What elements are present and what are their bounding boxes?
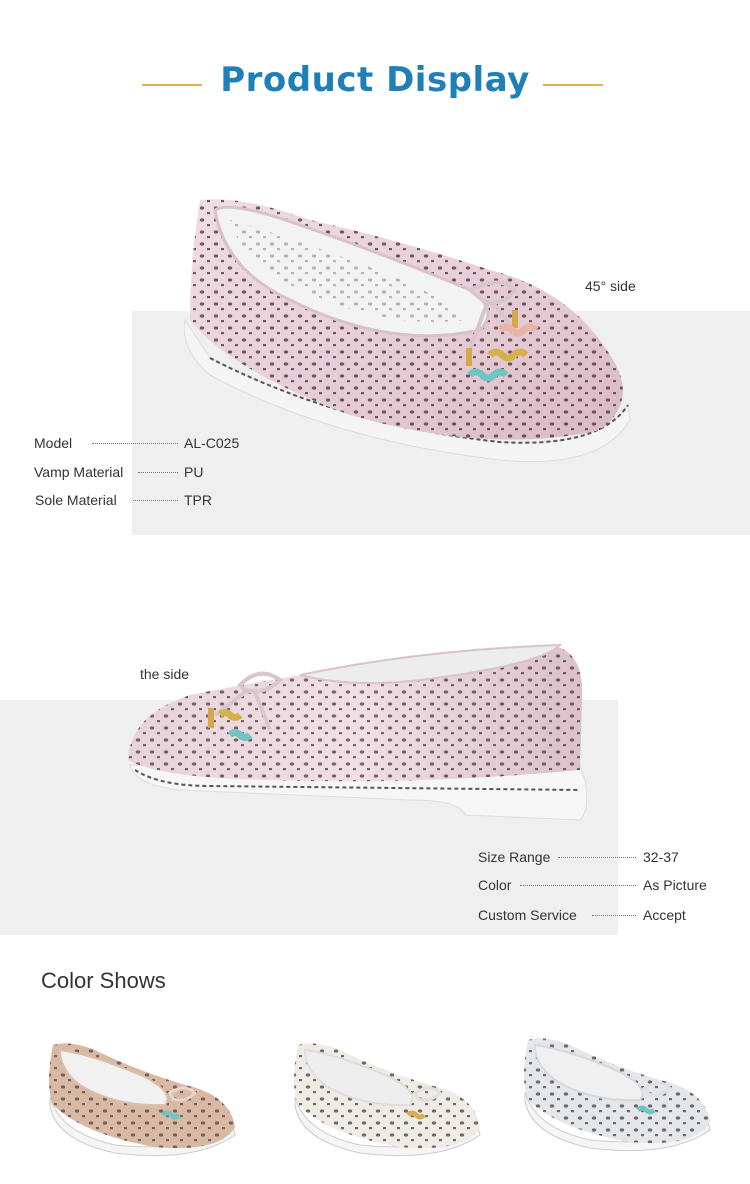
shoe-side-image xyxy=(128,643,588,821)
color-variant-silver[interactable] xyxy=(520,1030,720,1160)
spec-label-size-range: Size Range xyxy=(478,849,551,865)
spec-value-sole-material: TPR xyxy=(184,492,212,508)
leader-dots xyxy=(592,915,636,916)
spec-label-custom-service: Custom Service xyxy=(478,907,577,923)
view-label-45-degree: 45° side xyxy=(585,278,636,294)
color-shows-title: Color Shows xyxy=(41,968,166,993)
page-title: Product Display xyxy=(220,60,530,100)
leader-dots xyxy=(92,443,178,444)
view-label-side: the side xyxy=(140,666,190,682)
leader-dots xyxy=(520,885,636,886)
shoe-45-degree-image xyxy=(183,199,631,463)
leader-dots xyxy=(133,500,178,501)
spec-value-size-range: 32-37 xyxy=(643,849,679,865)
spec-label-model: Model xyxy=(34,435,73,451)
leader-dots xyxy=(138,472,178,473)
spec-value-color: As Picture xyxy=(643,877,707,893)
spec-label-sole-material: Sole Material xyxy=(35,492,117,508)
color-variant-white[interactable] xyxy=(290,1035,490,1165)
spec-label-vamp-material: Vamp Material xyxy=(34,464,124,480)
spec-label-color: Color xyxy=(478,877,512,893)
header-right-rule xyxy=(543,84,603,86)
leader-dots xyxy=(558,857,636,858)
spec-value-model: AL-C025 xyxy=(184,435,240,451)
spec-value-custom-service: Accept xyxy=(643,907,686,923)
spec-value-vamp-material: PU xyxy=(184,464,204,480)
color-variant-gold[interactable] xyxy=(45,1035,245,1165)
